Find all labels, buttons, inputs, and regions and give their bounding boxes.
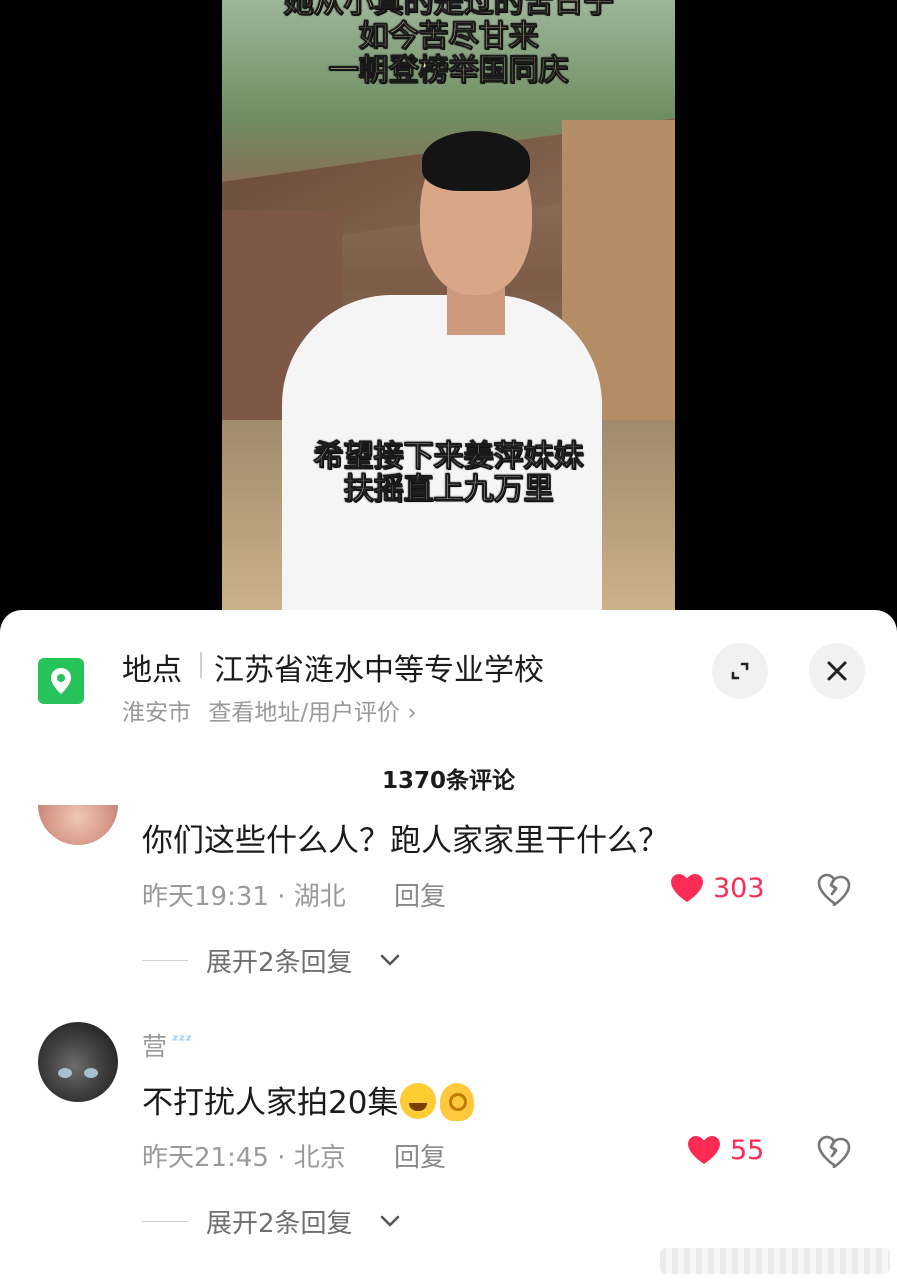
video-person: [282, 131, 602, 640]
location-city: 淮安市: [122, 700, 191, 726]
like-count: 55: [730, 1134, 765, 1166]
video-frame: [222, 0, 675, 640]
comment-text: 你们这些什么人？跑人家家里干什么？: [142, 823, 669, 859]
ok-hand-emoji-icon: [440, 1083, 475, 1121]
location-prefix: 地点: [122, 653, 182, 688]
like-button[interactable]: 55: [686, 1134, 764, 1166]
person-hair: [422, 131, 530, 191]
heart-icon: [671, 874, 703, 902]
caption-line: 她从小真的是过的苦日子: [283, 0, 614, 20]
chevron-right-icon: ›: [407, 700, 417, 726]
expand-button[interactable]: [712, 643, 768, 699]
comment-username[interactable]: 营: [142, 1027, 167, 1063]
heart-icon: [688, 1136, 720, 1164]
reply-button[interactable]: 回复: [394, 876, 446, 913]
comment-text: 不打扰人家拍20集: [142, 1077, 475, 1122]
close-icon: [827, 661, 847, 681]
video-caption-top: 她从小真的是过的苦日子 如今苦尽甘来 一朝登榜举国同庆: [222, 0, 675, 88]
caption-line: 一朝登榜举国同庆: [328, 53, 569, 88]
avatar-eye: [84, 1068, 98, 1078]
laugh-cry-emoji-icon: [400, 1083, 437, 1119]
location-pin-icon: [38, 658, 84, 704]
reply-divider: [142, 1221, 188, 1222]
location-divider: [200, 652, 202, 678]
expand-icon: [731, 662, 749, 680]
zzz-icon: ᶻᶻᶻ: [172, 1031, 193, 1050]
caption-line: 如今苦尽甘来: [358, 19, 539, 54]
chevron-down-icon: [380, 1215, 400, 1227]
video-caption-bottom: 希望接下来姜萍妹妹 扶摇直上九万里: [222, 439, 675, 507]
avatar-eye: [58, 1068, 72, 1078]
video-player[interactable]: 她从小真的是过的苦日子 如今苦尽甘来 一朝登榜举国同庆 希望接下来姜萍妹妹 扶摇…: [0, 0, 897, 640]
location-subline[interactable]: 淮安市 查看地址/用户评价 ›: [122, 693, 417, 727]
comment-text-body: 不打扰人家拍20集: [142, 1085, 399, 1121]
chevron-down-icon: [380, 954, 400, 966]
watermark: [660, 1248, 890, 1274]
reply-divider: [142, 960, 188, 961]
caption-line: 扶摇直上九万里: [343, 472, 554, 507]
close-button[interactable]: [809, 643, 865, 699]
expand-replies[interactable]: 展开2条回复: [206, 1203, 353, 1240]
avatar[interactable]: [38, 1022, 118, 1102]
reply-button[interactable]: 回复: [394, 1137, 446, 1174]
caption-line: 希望接下来姜萍妹妹: [313, 439, 584, 474]
like-count: 303: [713, 872, 765, 904]
comment-count: 1370条评论: [381, 768, 515, 794]
broken-heart-icon[interactable]: [816, 1134, 852, 1168]
location-name[interactable]: 江苏省涟水中等专业学校: [214, 645, 544, 689]
expand-replies[interactable]: 展开2条回复: [206, 942, 353, 979]
comment-meta: 昨天21:45 · 北京: [142, 1143, 346, 1173]
like-button[interactable]: 303: [669, 872, 765, 904]
location-link[interactable]: 查看地址/用户评价: [208, 700, 400, 726]
comment-meta: 昨天19:31 · 湖北: [142, 882, 346, 912]
broken-heart-icon[interactable]: [816, 872, 852, 906]
